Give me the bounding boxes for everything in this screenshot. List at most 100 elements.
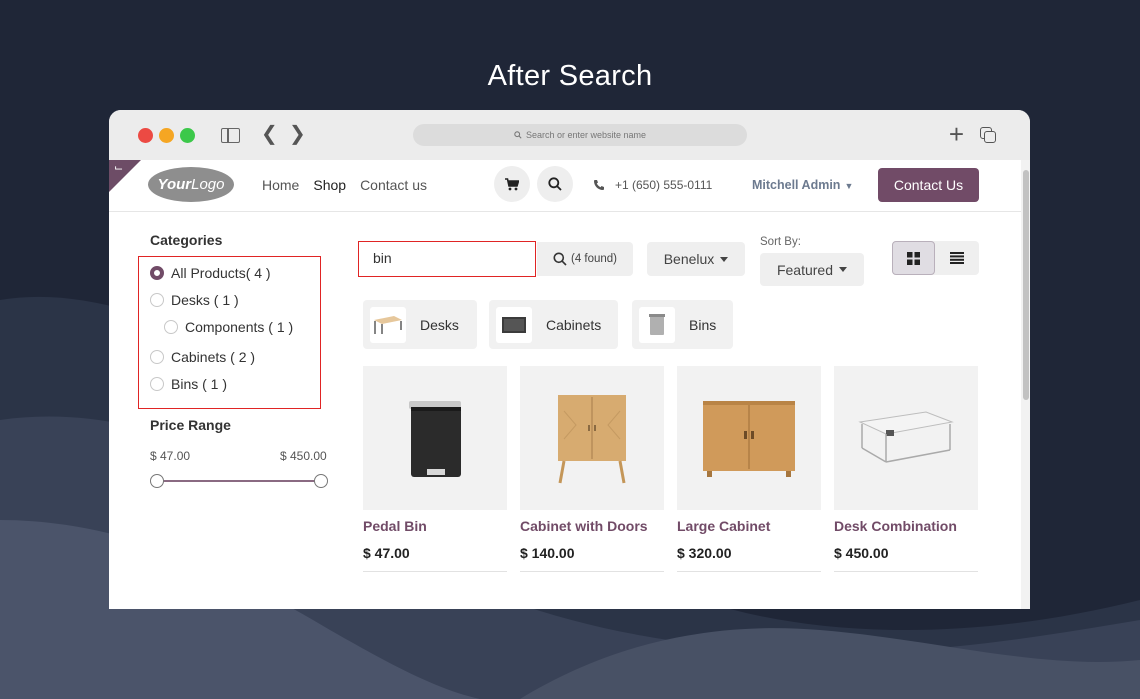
product-name[interactable]: Large Cabinet [677,518,821,536]
pricelist-dropdown[interactable]: Benelux [647,242,745,276]
product-search-button[interactable]: (4 found) [537,242,633,276]
address-bar[interactable]: Search or enter website name [413,124,747,146]
divider [677,571,821,572]
category-cabinets[interactable]: Cabinets ( 2 ) [150,349,255,365]
logo-prefix: Your [157,176,192,193]
chip-label: Desks [420,316,459,333]
price-slider-min-handle[interactable] [150,474,164,488]
logo-suffix: Logo [191,176,225,193]
divider [834,571,978,572]
forward-arrow-icon[interactable]: ❯ [289,124,306,144]
divider [520,571,664,572]
radio[interactable] [150,350,164,364]
product-name[interactable]: Desk Combination [834,518,978,536]
bin-icon [649,313,665,335]
zoom-window-button[interactable] [180,128,195,143]
product-name[interactable]: Pedal Bin [363,518,507,536]
radio[interactable] [164,320,178,334]
cabinet-with-doors-image [558,394,626,483]
product-image[interactable] [834,366,978,510]
product-card[interactable]: Pedal Bin $ 47.00 [363,366,507,572]
radio-checked[interactable] [150,266,164,280]
product-card[interactable]: Desk Combination $ 450.00 [834,366,978,572]
site-logo[interactable]: YourLogo [148,167,234,202]
edit-corner-icon: ⌙ [114,162,124,174]
pricelist-value: Benelux [663,251,715,267]
product-card[interactable]: Large Cabinet $ 320.00 [677,366,821,572]
category-all-products[interactable]: All Products( 4 ) [150,265,271,281]
price-min-label: $ 47.00 [150,449,191,463]
address-placeholder: Search or enter website name [525,130,647,140]
product-image[interactable] [363,366,507,510]
list-view-button[interactable] [935,241,978,275]
caret-down-icon [839,267,848,272]
grid-view-button[interactable] [892,241,935,275]
radio[interactable] [150,377,164,391]
site-header: ⌙ YourLogo Home Shop Contact us +1 (650)… [109,160,1021,212]
nav-shop[interactable]: Shop [313,177,346,193]
product-price: $ 450.00 [834,545,889,561]
cabinet-thumbnail [496,306,532,343]
sort-dropdown[interactable]: Featured [760,253,864,286]
desk-thumbnail [370,306,406,343]
product-image[interactable] [520,366,664,510]
desk-combination-image [858,411,954,463]
desk-icon [374,315,402,334]
category-label: Components ( 1 ) [185,319,294,335]
sort-value: Featured [776,261,834,278]
page-scrollbar-thumb[interactable] [1023,170,1029,400]
product-price: $ 320.00 [677,545,732,561]
list-icon [949,252,964,264]
contact-us-button[interactable]: Contact Us [878,168,979,202]
category-bins[interactable]: Bins ( 1 ) [150,376,227,392]
nav-home[interactable]: Home [262,177,299,193]
search-icon [553,252,567,266]
pedal-bin-image [409,401,461,477]
category-desks[interactable]: Desks ( 1 ) [150,292,239,308]
user-menu[interactable]: Mitchell Admin ▼ [752,178,853,192]
product-card[interactable]: Cabinet with Doors $ 140.00 [520,366,664,572]
category-label: Desks ( 1 ) [171,292,239,308]
divider [363,571,507,572]
price-slider-track[interactable] [157,480,321,482]
radio[interactable] [150,293,164,307]
product-search-input[interactable]: bin [358,241,536,277]
chip-bins[interactable]: Bins [632,300,733,349]
tabs-overview-icon[interactable] [980,127,997,144]
category-label: Bins ( 1 ) [171,376,228,392]
price-slider-max-handle[interactable] [314,474,328,488]
sort-by-label: Sort By: [760,236,801,248]
category-label: All Products( 4 ) [171,265,271,281]
browser-toolbar: ❮ ❯ Search or enter website name + [109,110,1030,160]
caret-down-icon [720,256,729,262]
header-search-button[interactable] [537,166,573,202]
product-image[interactable] [677,366,821,510]
user-name: Mitchell Admin [752,178,841,192]
nav-contact[interactable]: Contact us [360,177,427,193]
chip-desks[interactable]: Desks [363,300,477,349]
page-heading: After Search [487,60,653,92]
chip-label: Bins [689,316,717,333]
minimize-window-button[interactable] [159,128,174,143]
category-components[interactable]: Components ( 1 ) [164,319,293,335]
categories-title: Categories [150,232,223,248]
product-name[interactable]: Cabinet with Doors [520,518,664,536]
main-nav: Home Shop Contact us [262,177,427,193]
search-icon [514,131,522,139]
cart-icon [505,177,519,190]
found-count: (4 found) [570,253,618,265]
chip-label: Cabinets [546,316,602,333]
close-window-button[interactable] [138,128,153,143]
back-arrow-icon[interactable]: ❮ [261,124,278,144]
cabinet-icon [502,316,526,333]
sidebar-toggle-icon[interactable] [221,128,240,143]
large-cabinet-image [703,401,795,477]
caret-down-icon: ▼ [844,181,854,191]
phone-number: +1 (650) 555-0111 [615,178,713,192]
chip-cabinets[interactable]: Cabinets [489,300,618,349]
search-icon [548,177,562,191]
view-toggle [892,241,979,275]
new-tab-icon[interactable]: + [949,121,964,147]
phone-contact[interactable]: +1 (650) 555-0111 [593,178,712,192]
cart-button[interactable] [494,166,530,202]
